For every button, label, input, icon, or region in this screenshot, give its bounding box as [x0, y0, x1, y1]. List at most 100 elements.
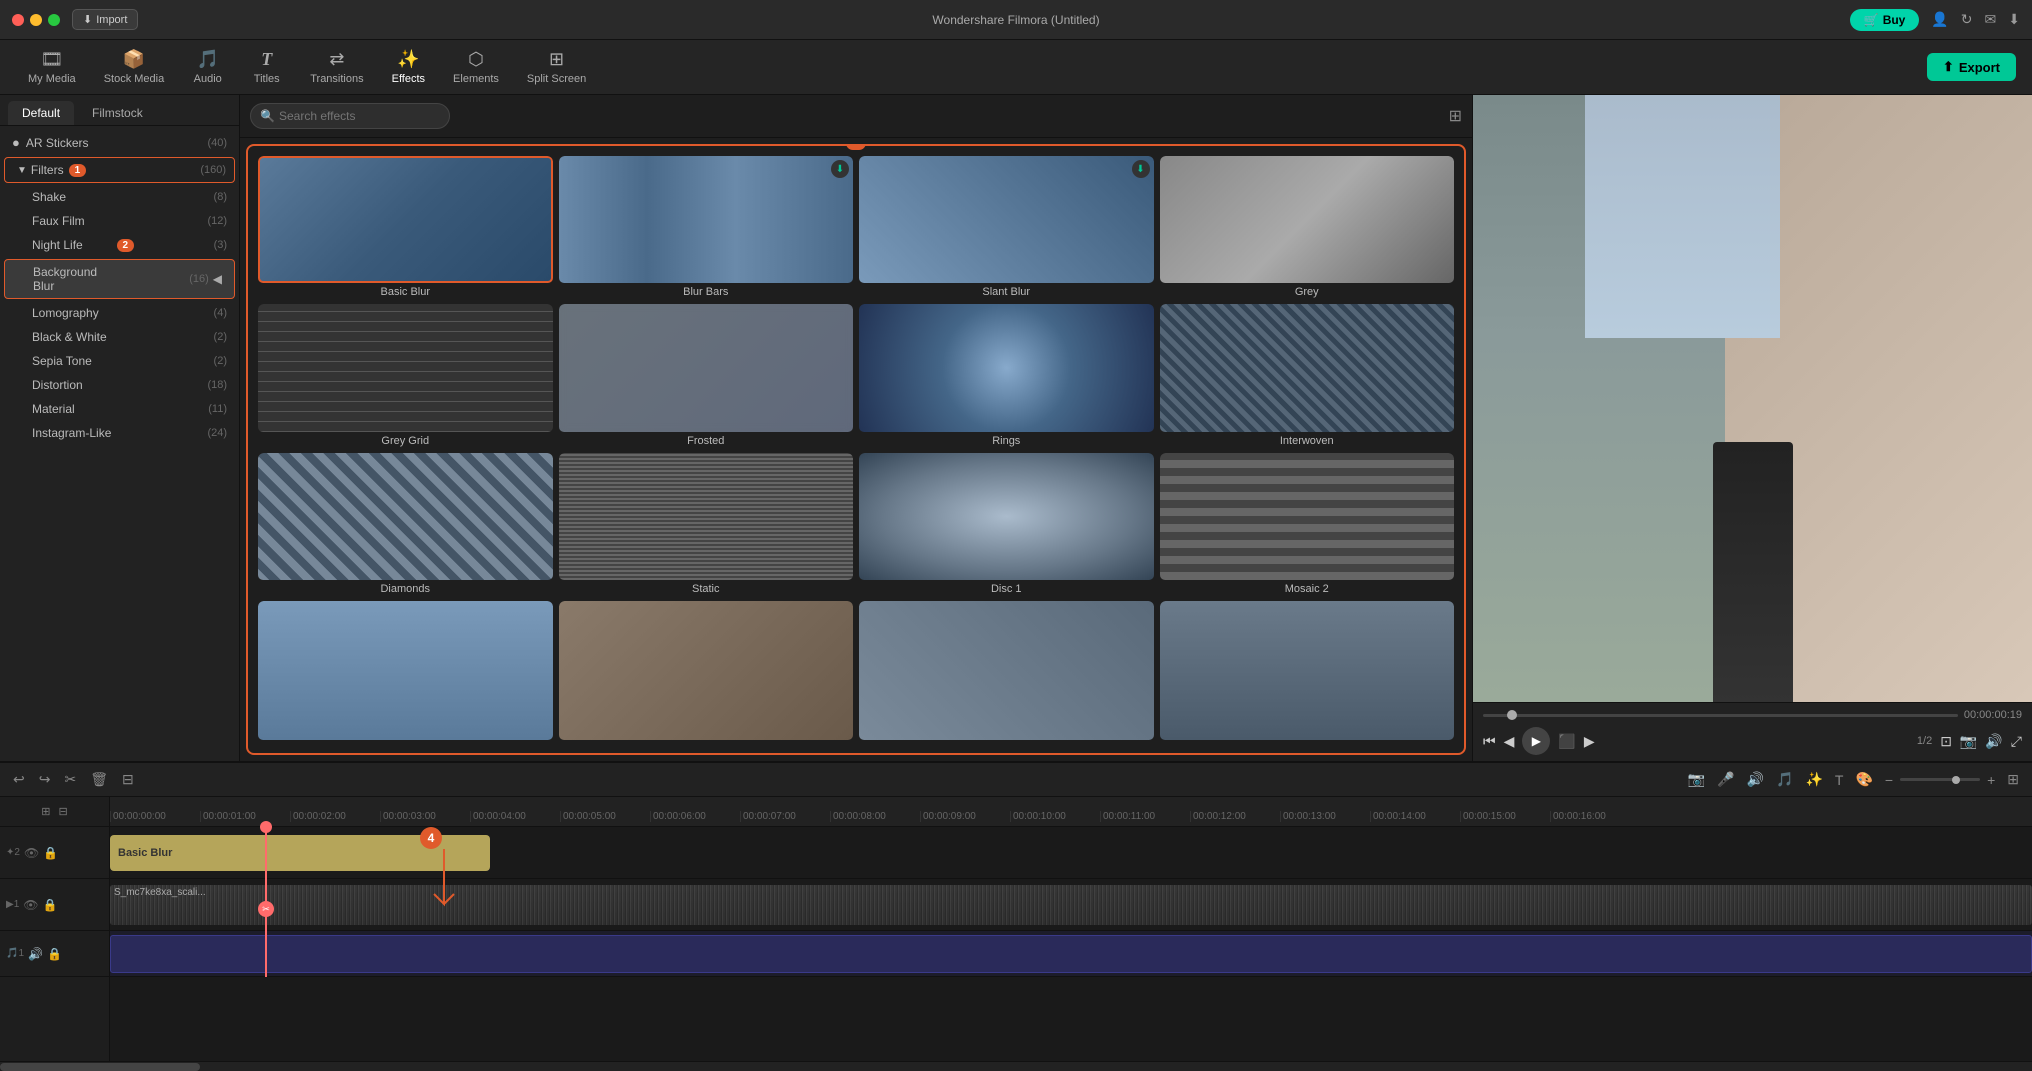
tab-default[interactable]: Default [8, 101, 74, 125]
panel-item-faux-film[interactable]: Faux Film (12) [0, 209, 239, 233]
scrollbar-thumb[interactable] [0, 1063, 200, 1071]
panel-item-night-life[interactable]: Night Life 2 (3) [0, 233, 239, 257]
panel-item-shake[interactable]: Shake (8) [0, 185, 239, 209]
lock-icon-filter[interactable]: 🔒 [43, 846, 58, 860]
search-input[interactable] [250, 103, 450, 129]
mail-icon[interactable]: ✉ [1985, 11, 1997, 28]
titles-small-icon[interactable]: T [1832, 769, 1847, 791]
effect-interwoven[interactable]: Interwoven [1160, 304, 1455, 446]
effect-row4c[interactable] [859, 601, 1154, 743]
effect-row4a[interactable] [258, 601, 553, 743]
zoom-out-icon[interactable]: − [1882, 769, 1896, 791]
effects-small-icon[interactable]: ✨ [1802, 768, 1825, 791]
effect-diamonds[interactable]: Diamonds [258, 453, 553, 595]
toolbar-effects[interactable]: ✨ Effects [380, 43, 437, 91]
fullscreen-preview-icon[interactable]: ⤢ [2011, 733, 2022, 750]
video-clip[interactable]: S_mc7ke8xa_scali... [110, 885, 2032, 925]
refresh-icon[interactable]: ↻ [1961, 11, 1973, 28]
redo-icon[interactable]: ↪ [36, 768, 54, 791]
night-life-name: Night Life [32, 238, 112, 252]
cut-icon[interactable]: ✂ [61, 768, 79, 791]
effect-grey-grid[interactable]: Grey Grid [258, 304, 553, 446]
settings-icon[interactable]: ⬇ [2008, 11, 2020, 28]
fit-icon[interactable]: ⊡ [1940, 733, 1952, 750]
ripple-icon[interactable]: ⊟ [119, 768, 137, 791]
color-icon[interactable]: 🎨 [1852, 768, 1875, 791]
row4d-thumb [1160, 601, 1455, 740]
playback-bar[interactable] [1483, 714, 1958, 717]
grid-toggle-icon[interactable]: ⊞ [1449, 106, 1462, 126]
effect-frosted[interactable]: Frosted [559, 304, 854, 446]
buy-button[interactable]: 🛒 Buy [1850, 9, 1920, 31]
next-frame-icon[interactable]: ▶ [1584, 733, 1595, 750]
filters-group-header[interactable]: ▼ Filters 1 (160) [4, 157, 235, 183]
toolbar-my-media[interactable]: 🎞 My Media [16, 43, 88, 91]
effect-disc1[interactable]: Disc 1 [859, 453, 1154, 595]
panel-item-black-white[interactable]: Black & White (2) [0, 325, 239, 349]
lock-icon-audio[interactable]: 🔒 [47, 947, 62, 961]
fullscreen-button[interactable] [48, 14, 60, 26]
mic-icon[interactable]: 🎤 [1714, 768, 1737, 791]
effect-grey[interactable]: Grey [1160, 156, 1455, 298]
export-label: Export [1959, 60, 2000, 75]
filter-block[interactable]: Basic Blur [110, 835, 490, 871]
panel-item-instagram-like[interactable]: Instagram-Like (24) [0, 421, 239, 445]
track-num-1: ▶1 [6, 899, 19, 910]
snapshot-icon[interactable]: 📷 [1960, 733, 1977, 750]
undo-icon[interactable]: ↩ [10, 768, 28, 791]
toolbar-stock-media[interactable]: 📦 Stock Media [92, 43, 177, 91]
tab-filmstock[interactable]: Filmstock [78, 101, 157, 125]
toolbar-elements[interactable]: ⬡ Elements [441, 43, 511, 91]
music-icon[interactable]: 🎵 [1773, 768, 1796, 791]
stop-icon[interactable]: ⬛ [1558, 733, 1575, 750]
mute-icon[interactable]: 🔊 [28, 947, 43, 961]
effect-basic-blur[interactable]: Basic Blur [258, 156, 553, 298]
effect-mosaic2[interactable]: Mosaic 2 [1160, 453, 1455, 595]
toolbar-titles[interactable]: T Titles [239, 43, 294, 91]
close-button[interactable] [12, 14, 24, 26]
effect-blur-bars[interactable]: ⬇ Blur Bars [559, 156, 854, 298]
skip-back-icon[interactable]: ⏮ [1483, 733, 1496, 750]
timeline-toolbar: ↩ ↪ ✂ 🗑 ⊟ 📷 🎤 🔊 🎵 ✨ T 🎨 − + ⊞ [0, 763, 2032, 797]
panel-item-lomography[interactable]: Lomography (4) [0, 301, 239, 325]
panel-item-background-blur[interactable]: Background Blur (16) ◀ [4, 259, 235, 299]
effect-rings[interactable]: Rings [859, 304, 1154, 446]
minimize-button[interactable] [30, 14, 42, 26]
panel-item-sepia-tone[interactable]: Sepia Tone (2) [0, 349, 239, 373]
import-button[interactable]: ⬇ Import [72, 9, 138, 30]
toolbar-split-screen[interactable]: ⊞ Split Screen [515, 43, 598, 91]
panel-item-distortion[interactable]: Distortion (18) [0, 373, 239, 397]
delete-icon[interactable]: 🗑 [87, 768, 111, 791]
audio-clip[interactable] [110, 935, 2032, 973]
instagram-like-name: Instagram-Like [32, 426, 207, 440]
lock-icon-video[interactable]: 🔒 [43, 898, 58, 912]
panel-item-ar-stickers[interactable]: ● AR Stickers (40) [0, 130, 239, 155]
effect-slant-blur[interactable]: ⬇ Slant Blur [859, 156, 1154, 298]
video-track-label: ▶1 👁 🔒 [0, 879, 109, 931]
zoom-in-icon[interactable]: + [1984, 769, 1998, 791]
effect-row4b[interactable] [559, 601, 854, 743]
effect-row4d[interactable] [1160, 601, 1455, 743]
speaker-icon[interactable]: 🔊 [1744, 768, 1767, 791]
eye-icon-video[interactable]: 👁 [23, 898, 38, 912]
camera-icon[interactable]: 📷 [1685, 768, 1708, 791]
volume-icon[interactable]: 🔊 [1985, 733, 2002, 750]
add-track-icon[interactable]: ⊞ [41, 805, 50, 818]
toolbar-audio[interactable]: 🎵 Audio [180, 43, 235, 91]
grid-icon[interactable]: ⊞ [2004, 768, 2022, 791]
user-icon[interactable]: 👤 [1931, 11, 1948, 28]
playhead[interactable]: ✂ [265, 827, 267, 977]
panel-item-material[interactable]: Material (11) [0, 397, 239, 421]
distortion-name: Distortion [32, 378, 207, 392]
track-area: 00:00:00:00 00:00:01:00 00:00:02:00 00:0… [110, 797, 2032, 1061]
play-button[interactable]: ▶ [1522, 727, 1550, 755]
prev-frame-icon[interactable]: ◀ [1504, 733, 1515, 750]
eye-icon-filter[interactable]: 👁 [24, 846, 39, 860]
effect-static[interactable]: Static [559, 453, 854, 595]
sepia-tone-count: (2) [214, 355, 227, 367]
fit-tracks-icon[interactable]: ⊟ [59, 805, 68, 818]
shake-count: (8) [214, 191, 227, 203]
export-button[interactable]: ⬆ Export [1927, 53, 2016, 81]
horizontal-scrollbar[interactable] [0, 1061, 2032, 1071]
toolbar-transitions[interactable]: ⇄ Transitions [298, 43, 375, 91]
